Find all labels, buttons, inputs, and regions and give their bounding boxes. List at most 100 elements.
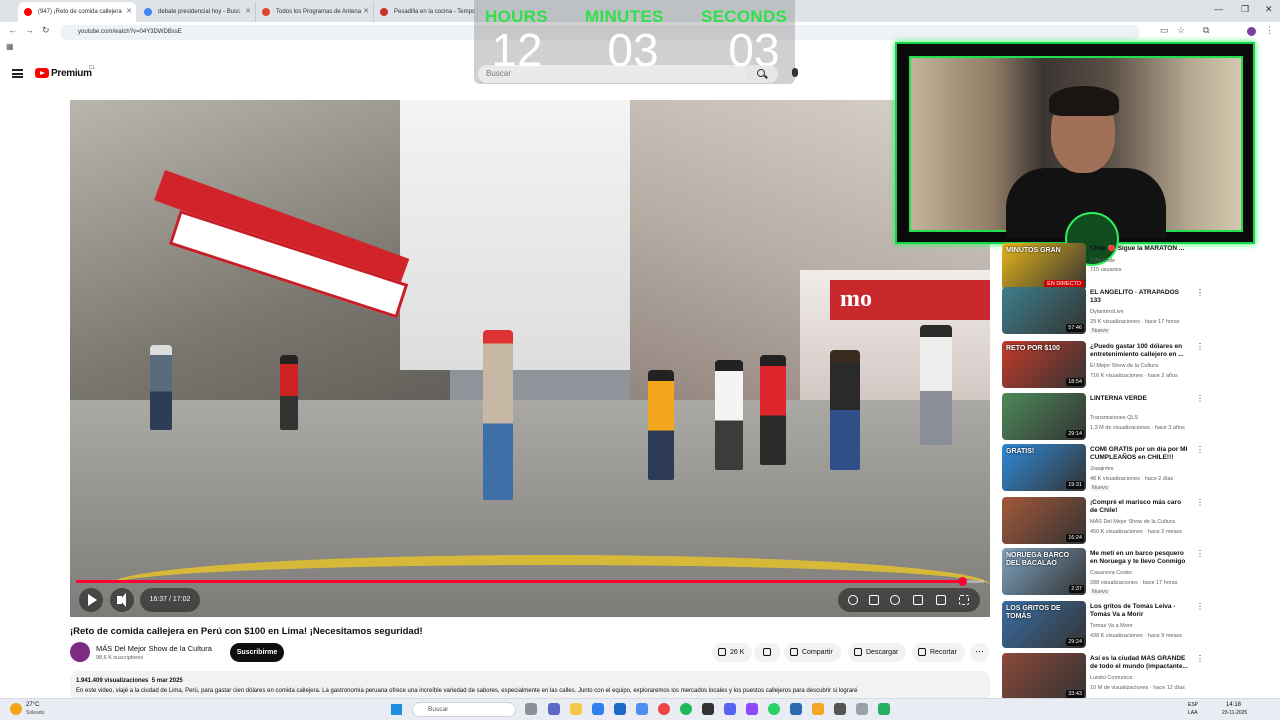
video-thumbnail[interactable]: 57:46 <box>1002 287 1086 334</box>
video-thumbnail[interactable]: RETO POR $100 18:54 <box>1002 341 1086 388</box>
dislike-button[interactable] <box>754 643 780 662</box>
video-thumbnail[interactable]: 33:43 <box>1002 653 1086 698</box>
recommended-video[interactable]: NORUEGA BARCO DEL BACALAO 2:37 Me metí en … <box>1002 548 1212 598</box>
subtitles-icon[interactable] <box>869 595 879 605</box>
volume-button[interactable] <box>110 588 134 612</box>
autoplay-toggle-icon[interactable] <box>848 595 858 605</box>
recommended-video-title[interactable]: Así es la ciudad MÁS GRANDE de todo el m… <box>1090 655 1190 671</box>
input-layout[interactable]: LAA <box>1188 710 1197 716</box>
recommended-channel[interactable]: TVN Chile <box>1090 258 1115 264</box>
app-icon[interactable] <box>548 703 560 715</box>
more-options-icon[interactable]: ⋮ <box>1196 498 1204 507</box>
browser-menu-icon[interactable]: ⋮ <box>1265 25 1274 36</box>
recommended-video[interactable]: 33:43 Así es la ciudad MÁS GRANDE de todo… <box>1002 653 1212 698</box>
clock-time[interactable]: 14:18 <box>1226 702 1241 708</box>
video-thumbnail[interactable]: NORUEGA BARCO DEL BACALAO 2:37 <box>1002 548 1086 595</box>
microphone-icon[interactable] <box>792 68 798 77</box>
recommended-video-title[interactable]: ¡Compré el marisco más caro de Chile! <box>1090 499 1190 515</box>
back-icon[interactable]: ← <box>8 25 17 35</box>
clip-button[interactable]: Recortar <box>912 643 965 662</box>
maximize-window-icon[interactable]: ❐ <box>1241 4 1249 15</box>
recommended-video-title[interactable]: COMÍ GRATIS por un día por MI CUMPLEAÑOS… <box>1090 446 1190 462</box>
app-icon[interactable] <box>790 703 802 715</box>
edge-browser-icon[interactable] <box>592 703 604 715</box>
like-button[interactable]: 26 K <box>712 643 753 662</box>
recommended-video[interactable]: 57:46 EL ANGELITO · ATRAPADOS 133 Dylantér… <box>1002 287 1212 337</box>
recommended-channel[interactable]: DylantéroLive <box>1090 309 1124 315</box>
video-thumbnail[interactable]: MINUTOS GRAN EN DIRECTO <box>1002 243 1086 290</box>
close-tab-icon[interactable]: ✕ <box>126 2 132 22</box>
recommended-channel[interactable]: Transmisiones QLS <box>1090 415 1138 421</box>
video-thumbnail[interactable]: LOS GRITOS DE TOMÁS 29:24 <box>1002 601 1086 648</box>
recommended-video[interactable]: 16:24 ¡Compré el marisco más caro de Chil… <box>1002 497 1212 547</box>
browser-tab[interactable]: (947) ¡Reto de comida callejera ✕ <box>18 2 136 22</box>
recommended-channel[interactable]: MÁS Del Mejor Show de la Cultura <box>1090 519 1175 525</box>
browser-tab[interactable]: debate presidencial hoy - Busc ✕ <box>138 2 256 22</box>
youtube-premium-label[interactable]: Premium <box>51 68 92 79</box>
close-tab-icon[interactable]: ✕ <box>245 2 251 22</box>
recommended-video[interactable]: MINUTOS GRAN EN DIRECTO Chile 🔴 Sigue la M… <box>1002 243 1212 293</box>
terminal-icon[interactable] <box>702 703 714 715</box>
recommended-channel[interactable]: Tomas Va a Morir <box>1090 623 1133 629</box>
settings-gear-icon[interactable] <box>890 595 900 605</box>
input-language[interactable]: ESP <box>1188 702 1198 708</box>
recommended-channel[interactable]: Joaqinfex <box>1090 466 1114 472</box>
extensions-icon[interactable]: ⧉ <box>1203 25 1209 36</box>
recommended-channel[interactable]: Casanova Cooks <box>1090 570 1132 576</box>
cast-player-icon[interactable] <box>936 595 946 605</box>
clock-date[interactable]: 23-11-2025 <box>1222 710 1247 716</box>
channel-name[interactable]: MÁS Del Mejor Show de la Cultura <box>96 644 212 653</box>
more-options-icon[interactable]: ⋮ <box>1196 654 1204 663</box>
more-options-icon[interactable]: ⋮ <box>1196 342 1204 351</box>
search-input[interactable]: Buscar <box>478 65 746 83</box>
close-tab-icon[interactable]: ✕ <box>363 2 369 22</box>
hamburger-menu-icon[interactable] <box>12 69 23 78</box>
description-box[interactable]: 1.941.409 visualizaciones 5 mar 2025 En … <box>70 671 990 701</box>
minimize-window-icon[interactable]: — <box>1214 4 1223 14</box>
video-thumbnail[interactable]: 16:24 <box>1002 497 1086 544</box>
chrome-icon[interactable] <box>658 703 670 715</box>
play-button[interactable] <box>79 588 103 612</box>
spotify-icon[interactable] <box>680 703 692 715</box>
more-options-icon[interactable]: ⋮ <box>1196 602 1204 611</box>
taskbar-search-input[interactable]: Buscar <box>412 702 516 717</box>
profile-avatar[interactable] <box>1247 27 1256 36</box>
weather-sun-icon[interactable] <box>10 703 22 715</box>
recommended-video[interactable]: RETO POR $100 18:54 ¿Puedo gastar 100 dóla… <box>1002 341 1212 391</box>
app-icon[interactable] <box>856 703 868 715</box>
forward-icon[interactable]: → <box>25 25 34 35</box>
more-options-icon[interactable]: ⋮ <box>1196 549 1204 558</box>
more-options-icon[interactable]: ⋮ <box>1196 394 1204 403</box>
share-button[interactable]: Compartir <box>784 643 841 662</box>
browser-tab[interactable]: Pesadilla en la cocina - Tempo <box>374 2 478 22</box>
app-icon[interactable] <box>746 703 758 715</box>
app-icon[interactable] <box>878 703 890 715</box>
recommended-video[interactable]: GRATIS! 19:31 COMÍ GRATIS por un día por M… <box>1002 444 1212 494</box>
recommended-channel[interactable]: Luisito Comunica <box>1090 675 1132 681</box>
recommended-video-title[interactable]: Chile 🔴 Sigue la MARATÓN ... <box>1090 245 1190 253</box>
miniplayer-icon[interactable] <box>913 595 923 605</box>
more-actions-button[interactable]: ⋯ <box>970 643 989 662</box>
recommended-video[interactable]: 29:14 LINTERNA VERDE Transmisiones QLS 1,3 … <box>1002 393 1212 443</box>
subscribe-button[interactable]: Suscribirme <box>230 643 284 662</box>
reload-icon[interactable]: ↻ <box>42 25 50 36</box>
youtube-logo-icon[interactable] <box>35 68 49 78</box>
bookmark-star-icon[interactable]: ☆ <box>1177 25 1185 36</box>
search-button[interactable] <box>746 65 778 83</box>
recommended-video-title[interactable]: Los gritos de Tomás Leiva - Tomás Va a M… <box>1090 603 1190 619</box>
video-thumbnail[interactable]: GRATIS! 19:31 <box>1002 444 1086 491</box>
task-view-icon[interactable] <box>525 703 537 715</box>
cast-icon[interactable]: ▭ <box>1160 25 1169 36</box>
discord-icon[interactable] <box>724 703 736 715</box>
recommended-video-title[interactable]: LINTERNA VERDE <box>1090 395 1190 403</box>
download-button[interactable]: Descargar <box>848 643 907 662</box>
fullscreen-icon[interactable] <box>959 595 969 605</box>
settings-gear-icon[interactable] <box>834 703 846 715</box>
app-icon[interactable] <box>812 703 824 715</box>
more-options-icon[interactable]: ⋮ <box>1196 288 1204 297</box>
apps-grid-icon[interactable]: ▦ <box>6 42 14 51</box>
video-thumbnail[interactable]: 29:14 <box>1002 393 1086 440</box>
app-icon[interactable] <box>636 703 648 715</box>
channel-avatar[interactable] <box>70 642 90 662</box>
windows-start-icon[interactable] <box>391 704 402 715</box>
